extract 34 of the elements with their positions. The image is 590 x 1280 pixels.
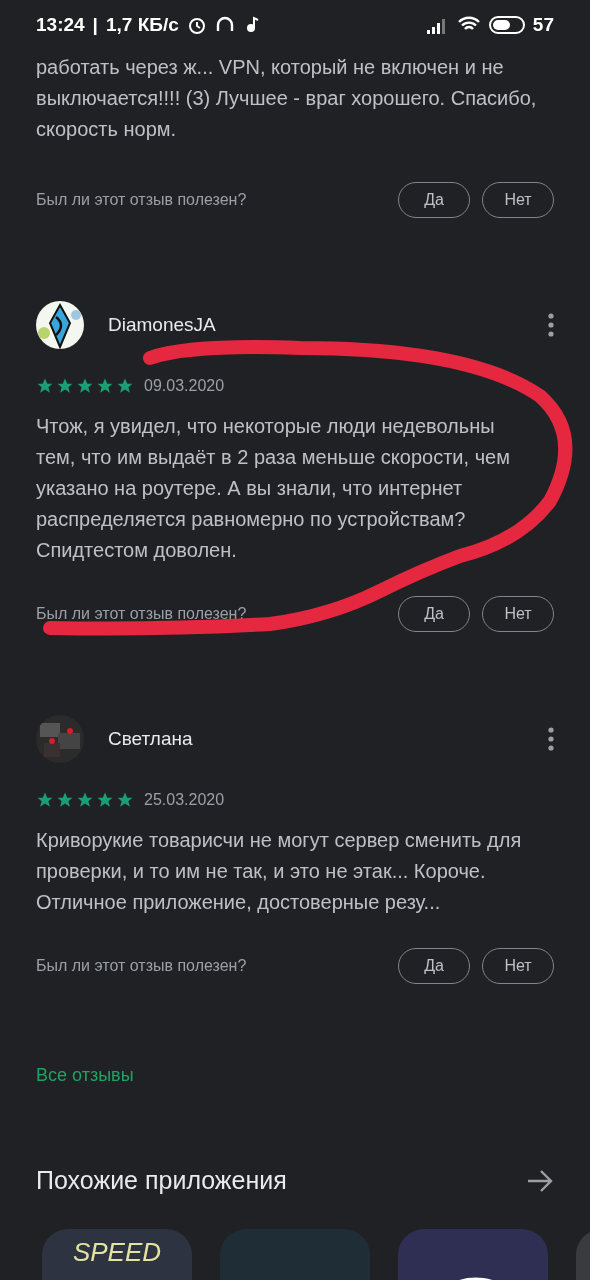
star-icon bbox=[36, 791, 54, 809]
star-icon bbox=[96, 791, 114, 809]
more-icon[interactable] bbox=[548, 727, 554, 751]
network-speed: 1,7 КБ/с bbox=[105, 14, 179, 36]
status-time: 13:24 bbox=[36, 14, 85, 36]
review-text: работать через ж... VPN, который не включен и не выключается!!!! (3) Лучшее - враг хорошего. Спасибо, скорость норм. bbox=[36, 55, 538, 142]
battery-icon bbox=[488, 16, 525, 34]
helpful-question: Был ли этот отзыв полезен? bbox=[36, 957, 248, 975]
review-date: 25.03.2020 bbox=[144, 791, 225, 809]
star-icon bbox=[116, 791, 134, 809]
all-reviews-link[interactable]: Все отзывы bbox=[36, 1065, 134, 1086]
avatar bbox=[36, 301, 84, 349]
helpful-question: Был ли этот отзыв полезен? bbox=[36, 191, 248, 209]
star-icon bbox=[116, 377, 134, 395]
reviewer-name: DiamonesJA bbox=[108, 314, 217, 336]
star-icon bbox=[76, 791, 94, 809]
star-icon bbox=[56, 791, 74, 809]
alarm-icon bbox=[186, 15, 207, 35]
arrow-right-icon[interactable] bbox=[526, 1168, 554, 1193]
star-icon bbox=[96, 377, 114, 395]
app-icon[interactable]: SPEED bbox=[42, 1229, 192, 1280]
review-date: 09.03.2020 bbox=[144, 377, 225, 395]
section-title: Похожие приложения bbox=[36, 1166, 288, 1195]
star-icon bbox=[76, 377, 94, 395]
more-icon[interactable] bbox=[548, 313, 554, 337]
star-icon bbox=[36, 377, 54, 395]
avatar bbox=[36, 715, 84, 763]
reviewer-name: Светлана bbox=[108, 728, 194, 750]
status-separator: | bbox=[92, 14, 98, 36]
review-text: Чтож, я увидел, что некоторые люди недевольны тем, что им выдаёт в 2 раза меньше скорости, чем указано на роутере. А вы знали, что интернет распределяется равномерно по устройствам? Спидтестом доволен. bbox=[36, 414, 511, 563]
battery-level: 57 bbox=[532, 14, 554, 36]
helpful-question: Был ли этот отзыв полезен? bbox=[36, 605, 248, 623]
star-icon bbox=[56, 377, 74, 395]
review-text: Криворукие товарисчи не могут сервер сменить для проверки, и то им не так, и это не этак... Короче. Отличное приложение, достоверные резу... bbox=[36, 828, 523, 915]
